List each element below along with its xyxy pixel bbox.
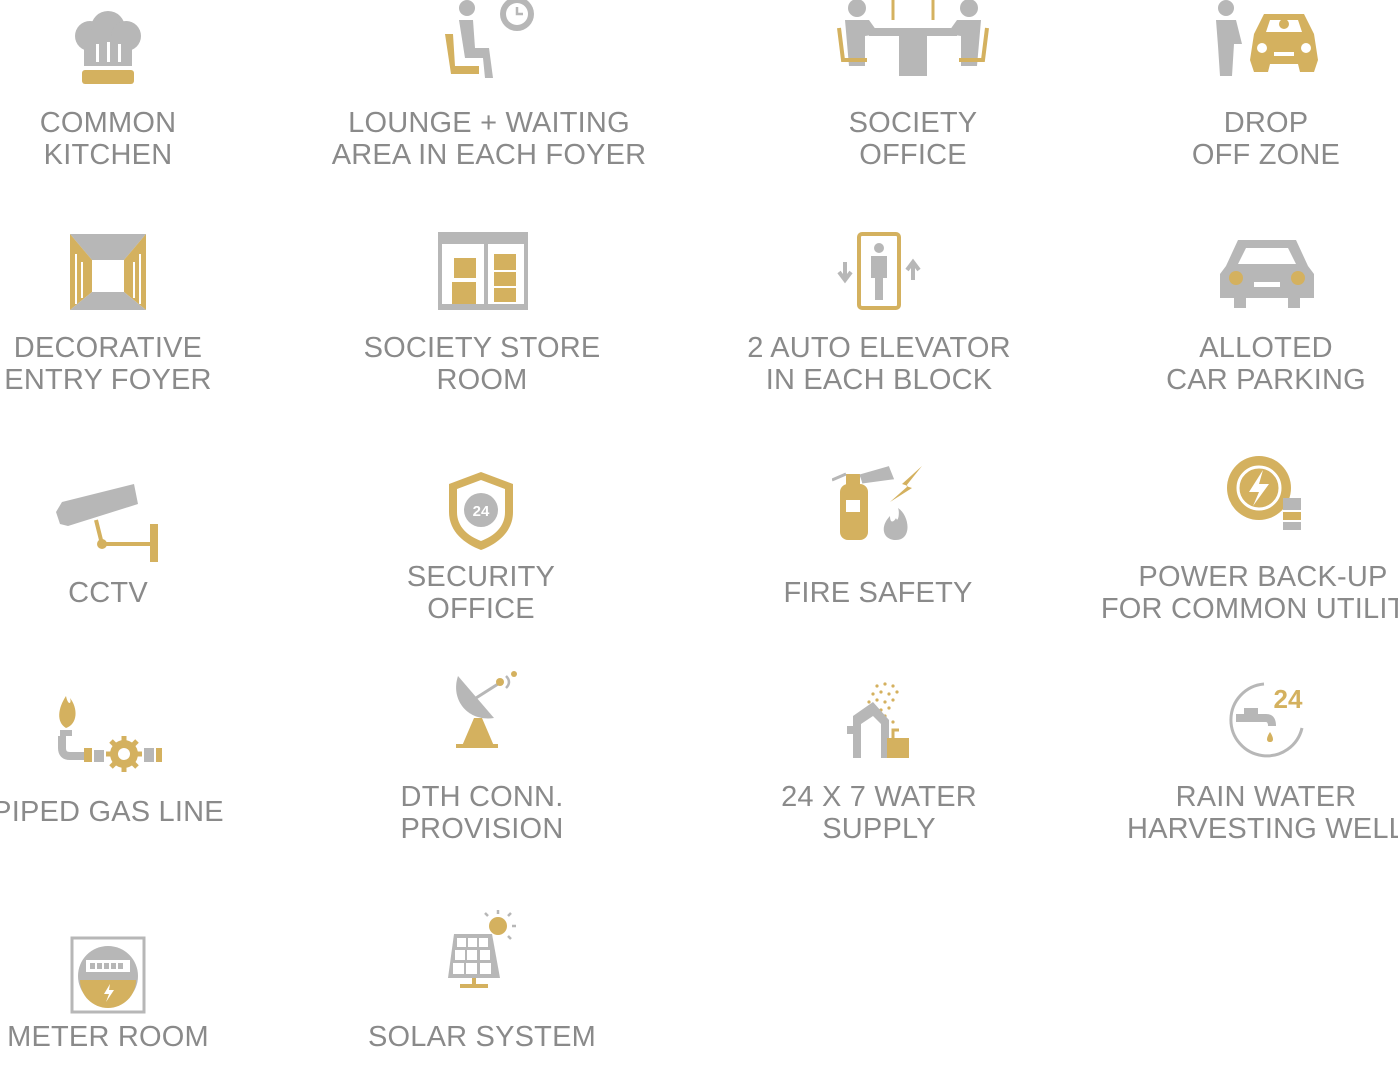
amenity-label-line2: ROOM [436, 364, 528, 396]
amenity-label-line2: METER ROOM [7, 1021, 209, 1053]
amenity-auto-elevator: 2 AUTO ELEVATOR IN EACH BLOCK [699, 228, 1059, 408]
amenity-label-line1: RAIN WATER [1175, 781, 1357, 813]
amenity-label-line1: SECURITY [406, 561, 556, 593]
solar-panel-icon [446, 908, 520, 988]
amenity-label-line2: FIRE SAFETY [783, 577, 973, 609]
amenity-lounge-waiting: LOUNGE + WAITING AREA IN EACH FOYER [309, 0, 669, 180]
amenity-piped-gas: PIPED GAS LINE [0, 676, 288, 856]
amenity-society-office: SOCIETY OFFICE [733, 0, 1093, 180]
amenity-rain-water-harvesting: 24 RAIN WATER HARVESTING WELL [1086, 676, 1398, 856]
amenity-water-supply: 24 X 7 WATER SUPPLY [699, 676, 1059, 856]
satellite-dish-icon [448, 670, 522, 750]
amenity-fire-safety: FIRE SAFETY [698, 456, 1058, 636]
amenity-solar-system: SOLAR SYSTEM [302, 902, 662, 1074]
amenity-label-line2: HARVESTING WELL [1126, 813, 1398, 845]
cctv-camera-icon [56, 484, 164, 564]
amenity-label-line1: LOUNGE + WAITING [348, 107, 630, 139]
fire-extinguisher-icon [832, 464, 926, 542]
amenity-label-line2: IN EACH BLOCK [765, 364, 993, 396]
amenity-label-line2: SOLAR SYSTEM [367, 1021, 596, 1053]
amenity-store-room: SOCIETY STORE ROOM [302, 228, 662, 408]
amenity-label-line1: 2 AUTO ELEVATOR [747, 332, 1011, 364]
elevator-icon [837, 232, 921, 310]
gas-pipe-icon [56, 692, 164, 772]
amenity-label-line2: FOR COMMON UTILITY [1100, 593, 1398, 625]
amenity-label-line2: OFFICE [427, 593, 535, 625]
security-shield-24-icon: 24 [445, 470, 517, 552]
amenity-label-line1: DROP [1223, 107, 1309, 139]
store-room-icon [438, 232, 528, 310]
amenity-label-line2: SUPPLY [822, 813, 936, 845]
amenity-label-line1: SOCIETY STORE [363, 332, 601, 364]
amenity-meter-room: METER ROOM [0, 902, 288, 1074]
amenity-label-line2: AREA IN EACH FOYER [331, 139, 647, 171]
amenity-label-line2: OFFICE [859, 139, 967, 171]
amenity-label-line2: CCTV [68, 577, 148, 609]
entry-foyer-icon [70, 234, 146, 310]
amenity-car-parking: ALLOTED CAR PARKING [1086, 228, 1398, 408]
drop-off-car-icon [1212, 0, 1320, 78]
chef-hat-icon [68, 8, 148, 88]
amenity-common-kitchen: COMMON KITCHEN [0, 0, 288, 180]
amenity-dth: DTH CONN. PROVISION [302, 671, 662, 856]
tap-badge-text: 24 [1274, 684, 1303, 714]
amenity-label-line1: DTH CONN. [400, 781, 564, 813]
amenity-label-line2: ENTRY FOYER [4, 364, 212, 396]
amenity-label-line2: KITCHEN [43, 139, 173, 171]
water-tap-24-icon: 24 [1224, 680, 1308, 760]
amenity-label-line1: POWER BACK-UP [1138, 561, 1388, 593]
amenity-label-line1: DECORATIVE [13, 332, 203, 364]
power-backup-icon [1227, 456, 1323, 532]
amenity-label-line1: SOCIETY [848, 107, 978, 139]
amenity-security-office: 24 SECURITY OFFICE [301, 456, 661, 636]
amenity-entry-foyer: DECORATIVE ENTRY FOYER [0, 228, 288, 408]
amenity-cctv: CCTV [0, 456, 288, 636]
electric-meter-icon [70, 936, 146, 1014]
amenity-label-line2: OFF ZONE [1191, 139, 1341, 171]
amenity-drop-off-zone: DROP OFF ZONE [1086, 0, 1398, 180]
lounge-waiting-icon [443, 0, 535, 86]
amenity-label-line2: PROVISION [400, 813, 564, 845]
meeting-table-icon [835, 0, 991, 78]
amenity-label-line1: 24 X 7 WATER [781, 781, 977, 813]
car-parking-icon [1218, 234, 1316, 310]
water-supply-icon [847, 682, 913, 760]
amenity-label-line1: ALLOTED [1199, 332, 1333, 364]
amenity-label-line2: CAR PARKING [1166, 364, 1366, 396]
amenity-label-line2: PIPED GAS LINE [0, 796, 224, 828]
amenity-power-backup: POWER BACK-UP FOR COMMON UTILITY [1083, 456, 1398, 636]
shield-badge-text: 24 [473, 503, 490, 520]
amenity-label-line1: COMMON [39, 107, 177, 139]
